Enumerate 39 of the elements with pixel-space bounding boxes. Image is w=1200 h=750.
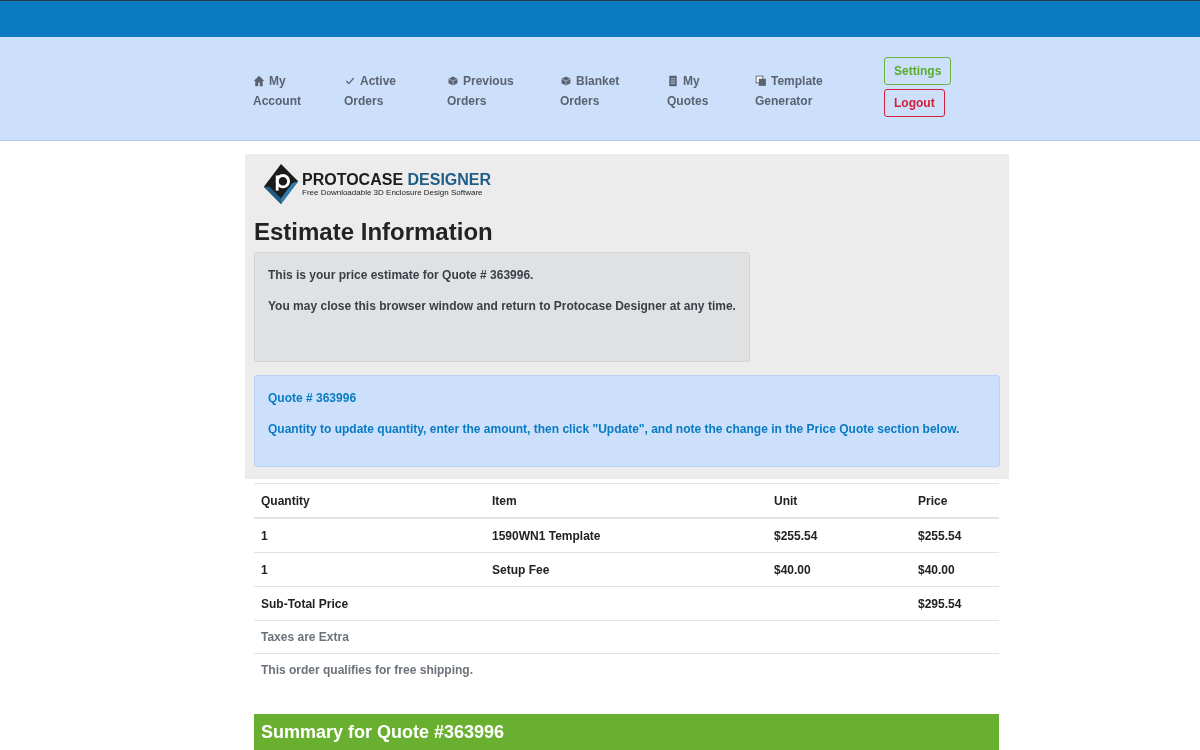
table-cell: $295.54 <box>918 596 962 611</box>
document-icon <box>667 75 679 87</box>
nav-link[interactable]: Active Orders <box>344 71 447 117</box>
nav-link[interactable]: My Quotes <box>667 71 755 117</box>
table-cell: 1 <box>261 528 268 543</box>
logo-wordmark: PROTOCASE <box>302 170 404 188</box>
nav-link[interactable]: Template Generator <box>755 71 884 117</box>
copy-icon <box>755 75 767 87</box>
table-cell: $40.00 <box>774 562 811 577</box>
quote-instructions: Quantity to update quantity, enter the amount, then click "Update", and note the change in the Price Quote section below. <box>268 422 960 436</box>
cube-icon <box>560 75 572 87</box>
table-cell: 1 <box>261 562 268 577</box>
table-cell: Setup Fee <box>492 562 550 577</box>
table-cell: Sub-Total Price <box>261 596 349 611</box>
note-text: Taxes are Extra <box>261 630 349 644</box>
info-text: This is your price estimate for Quote # 363996. <box>268 268 535 282</box>
logout-button[interactable]: Logout <box>884 89 945 117</box>
info-text: You may close this browser window and return to Protocase Designer at any time. <box>268 299 736 313</box>
column-header: Unit <box>774 493 798 508</box>
page-title: Estimate Information <box>254 218 494 246</box>
nav-link[interactable]: My Account <box>253 71 344 117</box>
column-header: Item <box>492 493 517 508</box>
nav-link[interactable]: Previous Orders <box>447 71 560 117</box>
logo-tagline: Free Downloadable 3D Enclosure Design Software <box>302 187 484 197</box>
cube-icon <box>447 75 459 87</box>
quote-heading: Quote # 363996 <box>268 391 357 405</box>
note-text: This order qualifies for free shipping. <box>261 663 474 677</box>
summary-title: Summary for Quote #363996 <box>261 722 505 743</box>
logo-icon <box>262 162 300 206</box>
home-icon <box>253 75 265 87</box>
column-header: Quantity <box>261 493 310 508</box>
check-icon <box>344 75 356 87</box>
table-cell: $255.54 <box>774 528 818 543</box>
nav-link[interactable]: Blanket Orders <box>560 71 667 117</box>
table-cell: $255.54 <box>918 528 962 543</box>
table-cell: $40.00 <box>918 562 955 577</box>
table-cell: 1590WN1 Template <box>492 528 601 543</box>
column-header: Price <box>918 493 948 508</box>
logo-wordmark-accent: DESIGNER <box>407 170 492 188</box>
